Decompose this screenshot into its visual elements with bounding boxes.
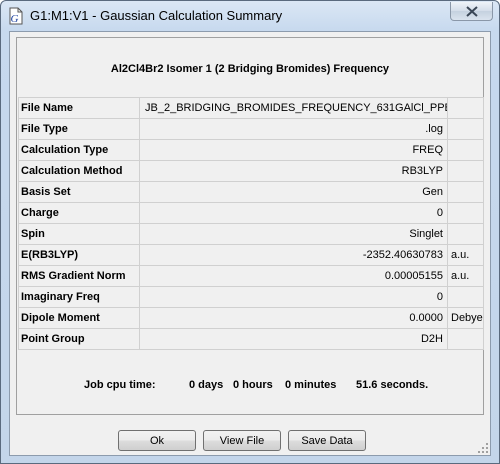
close-button[interactable] bbox=[450, 2, 493, 21]
table-row: E(RB3LYP) -2352.40630783 a.u. bbox=[18, 244, 484, 266]
row-unit bbox=[447, 328, 484, 350]
view-file-button[interactable]: View File bbox=[203, 430, 281, 451]
cpu-seconds: 51.6 seconds. bbox=[356, 379, 429, 391]
row-unit bbox=[447, 286, 484, 308]
row-value: FREQ bbox=[139, 139, 448, 161]
title-bar[interactable]: G G1:M1:V1 - Gaussian Calculation Summar… bbox=[1, 1, 499, 31]
row-value: Gen bbox=[139, 181, 448, 203]
table-row: Calculation Type FREQ bbox=[18, 139, 484, 161]
cpu-hours: 0 hours bbox=[233, 379, 273, 391]
row-value: -2352.40630783 bbox=[139, 244, 448, 266]
row-value: 0 bbox=[139, 286, 448, 308]
table-row: Imaginary Freq 0 bbox=[18, 286, 484, 308]
row-unit: a.u. bbox=[447, 265, 484, 287]
row-label: Calculation Method bbox=[18, 160, 140, 182]
cpu-minutes: 0 minutes bbox=[285, 379, 337, 391]
row-value: 0.0000 bbox=[139, 307, 448, 329]
row-value: 0 bbox=[139, 202, 448, 224]
svg-text:G: G bbox=[11, 13, 19, 25]
row-unit bbox=[447, 223, 484, 245]
row-value: JB_2_BRIDGING_BROMIDES_FREQUENCY_631GAlC… bbox=[139, 97, 448, 119]
row-label: Basis Set bbox=[18, 181, 140, 203]
row-label: Charge bbox=[18, 202, 140, 224]
row-label: Point Group bbox=[18, 328, 140, 350]
table-row: RMS Gradient Norm 0.00005155 a.u. bbox=[18, 265, 484, 287]
row-unit: a.u. bbox=[447, 244, 484, 266]
row-label: File Type bbox=[18, 118, 140, 140]
summary-table: File Name JB_2_BRIDGING_BROMIDES_FREQUENC… bbox=[18, 97, 484, 350]
row-unit bbox=[447, 202, 484, 224]
summary-panel: Al2Cl4Br2 Isomer 1 (2 Bridging Bromides)… bbox=[16, 37, 484, 415]
row-unit: Debye bbox=[447, 307, 484, 329]
row-label: File Name bbox=[18, 97, 140, 119]
row-value: .log bbox=[139, 118, 448, 140]
cpu-days: 0 days bbox=[189, 379, 224, 391]
row-value: 0.00005155 bbox=[139, 265, 448, 287]
row-label: Spin bbox=[18, 223, 140, 245]
table-row: File Name JB_2_BRIDGING_BROMIDES_FREQUENC… bbox=[18, 97, 484, 119]
resize-grip-icon[interactable] bbox=[477, 442, 489, 454]
row-unit bbox=[447, 118, 484, 140]
close-icon bbox=[466, 6, 478, 17]
gaussian-app-icon: G bbox=[9, 7, 23, 25]
table-row: Dipole Moment 0.0000 Debye bbox=[18, 307, 484, 329]
table-row: Basis Set Gen bbox=[18, 181, 484, 203]
save-data-button[interactable]: Save Data bbox=[288, 430, 366, 451]
row-label: E(RB3LYP) bbox=[18, 244, 140, 266]
window-title: G1:M1:V1 - Gaussian Calculation Summary bbox=[30, 8, 283, 23]
row-label: Imaginary Freq bbox=[18, 286, 140, 308]
row-unit bbox=[447, 181, 484, 203]
dialog-client-area: Al2Cl4Br2 Isomer 1 (2 Bridging Bromides)… bbox=[9, 31, 491, 456]
row-unit bbox=[447, 139, 484, 161]
row-unit bbox=[447, 160, 484, 182]
calculation-heading: Al2Cl4Br2 Isomer 1 (2 Bridging Bromides)… bbox=[110, 63, 390, 75]
table-row: Spin Singlet bbox=[18, 223, 484, 245]
row-value: RB3LYP bbox=[139, 160, 448, 182]
row-label: RMS Gradient Norm bbox=[18, 265, 140, 287]
row-value: D2H bbox=[139, 328, 448, 350]
row-label: Calculation Type bbox=[18, 139, 140, 161]
row-label: Dipole Moment bbox=[18, 307, 140, 329]
table-row: Charge 0 bbox=[18, 202, 484, 224]
summary-window: G G1:M1:V1 - Gaussian Calculation Summar… bbox=[0, 0, 500, 464]
ok-button[interactable]: Ok bbox=[118, 430, 196, 451]
row-unit bbox=[447, 97, 484, 119]
row-value: Singlet bbox=[139, 223, 448, 245]
cpu-time-label: Job cpu time: bbox=[84, 379, 156, 391]
table-row: File Type .log bbox=[18, 118, 484, 140]
table-row: Calculation Method RB3LYP bbox=[18, 160, 484, 182]
table-row: Point Group D2H bbox=[18, 328, 484, 350]
